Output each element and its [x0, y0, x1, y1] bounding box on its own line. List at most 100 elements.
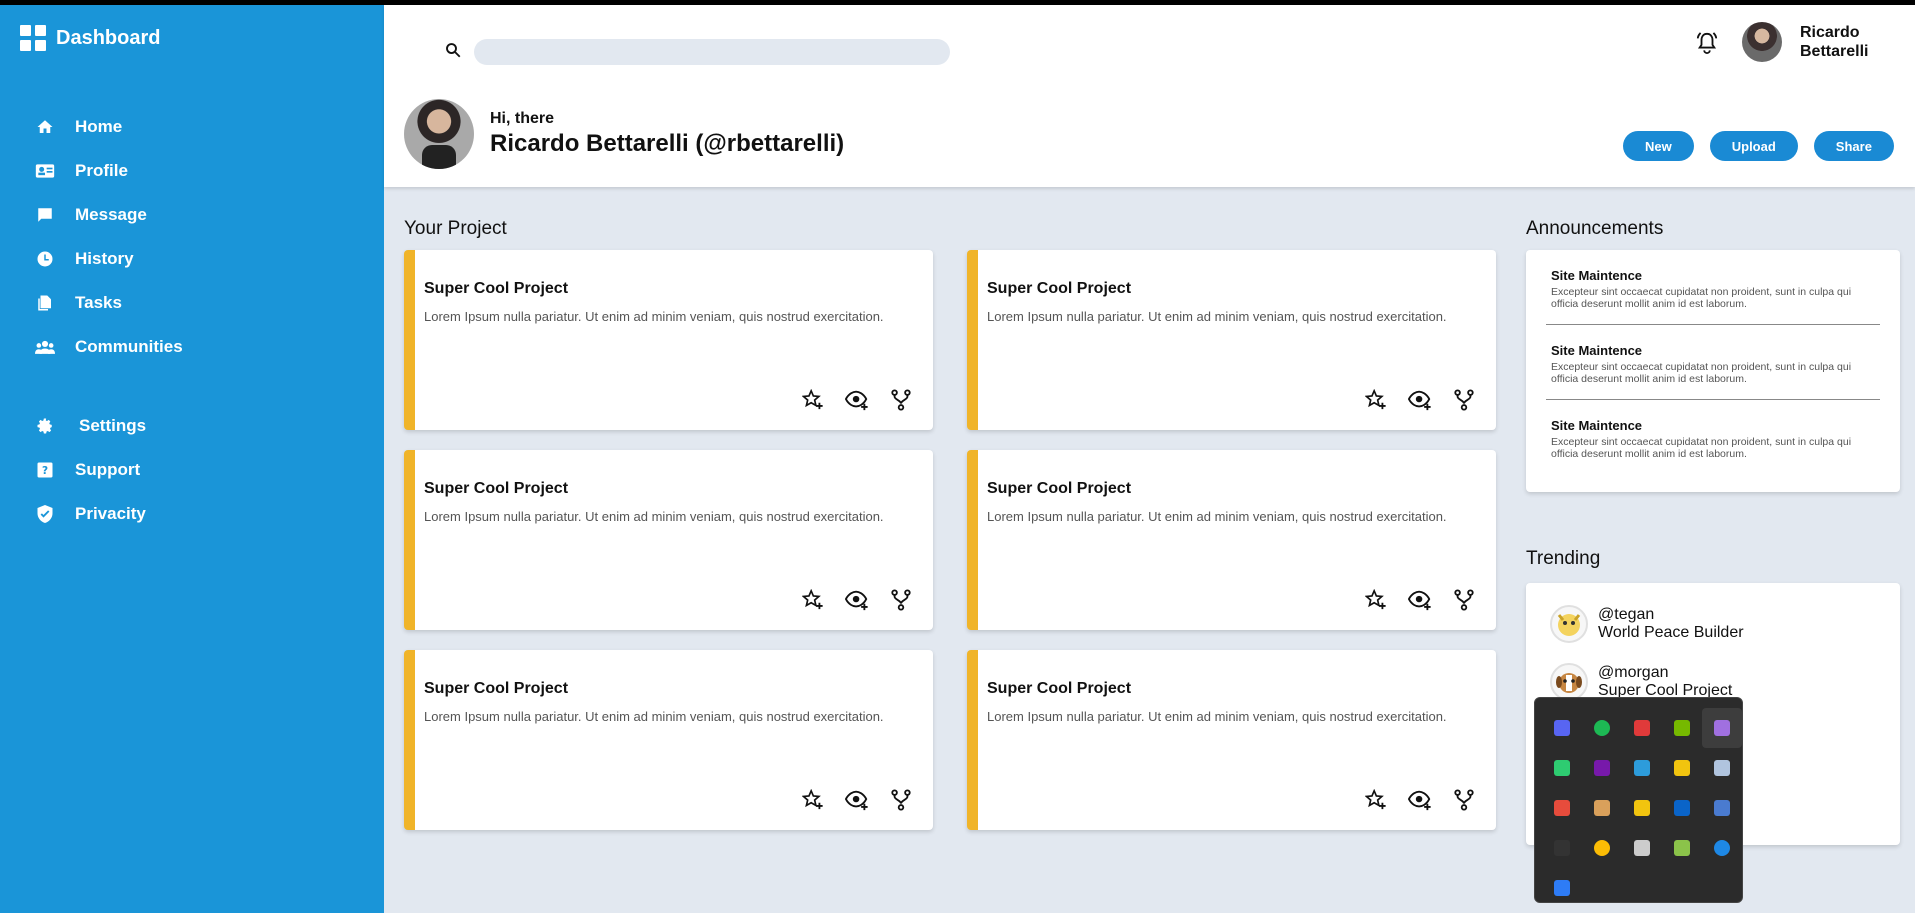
announcement-item[interactable]: Site Maintence Excepteur sint occaecat c… — [1546, 250, 1880, 325]
announcement-item[interactable]: Site Maintence Excepteur sint occaecat c… — [1546, 325, 1880, 400]
sidebar-item-profile[interactable]: Profile — [34, 149, 183, 193]
notification-bell-icon[interactable] — [1696, 31, 1718, 60]
star-add-icon[interactable] — [1364, 388, 1388, 412]
search-bar — [444, 39, 950, 65]
project-card[interactable]: Super Cool Project Lorem Ipsum nulla pari… — [967, 450, 1496, 630]
sidebar-item-privacy[interactable]: Privacity — [34, 492, 183, 536]
bluetooth-icon[interactable] — [1702, 828, 1742, 868]
outlook-icon[interactable] — [1662, 788, 1702, 828]
fork-icon[interactable] — [889, 388, 913, 412]
nvidia-icon[interactable] — [1662, 708, 1702, 748]
discord-icon[interactable] — [1542, 708, 1582, 748]
fork-icon[interactable] — [889, 788, 913, 812]
trending-item[interactable]: @tegan World Peace Builder — [1550, 595, 1876, 653]
onenote-icon[interactable] — [1582, 748, 1622, 788]
header: Ricardo Bettarelli Hi, there Ricardo Bet… — [384, 5, 1915, 187]
sidebar-item-history[interactable]: History — [34, 237, 183, 281]
search-icon[interactable] — [444, 41, 462, 64]
sidebar-item-settings[interactable]: Settings — [34, 404, 183, 448]
trending-avatar — [1550, 663, 1588, 701]
watch-add-icon[interactable] — [845, 588, 869, 612]
window-app-icon[interactable] — [1622, 828, 1662, 868]
fork-icon[interactable] — [1452, 388, 1476, 412]
user-handle: Ricardo Bettarelli (@rbettarelli) — [490, 130, 845, 157]
sidebar-item-label: Profile — [75, 161, 128, 180]
monitor-app-icon[interactable] — [1662, 828, 1702, 868]
star-add-icon[interactable] — [1364, 588, 1388, 612]
project-card[interactable]: Super Cool Project Lorem Ipsum nulla pari… — [967, 650, 1496, 830]
watch-add-icon[interactable] — [1408, 588, 1432, 612]
sidebar-item-message[interactable]: Message — [34, 193, 183, 237]
project-actions — [1364, 588, 1476, 612]
watch-add-icon[interactable] — [845, 388, 869, 412]
teams-app-icon[interactable] — [1702, 788, 1742, 828]
sidebar-item-label: Settings — [79, 416, 147, 435]
project-desc: Lorem Ipsum nulla pariatur. Ut enim ad m… — [424, 509, 884, 524]
defender-icon[interactable] — [1542, 868, 1582, 908]
announcement-item[interactable]: Site Maintence Excepteur sint occaecat c… — [1546, 400, 1880, 474]
mail-app-icon[interactable] — [1582, 788, 1622, 828]
gear-icon — [34, 415, 56, 437]
project-card[interactable]: Super Cool Project Lorem Ipsum nulla pari… — [967, 250, 1496, 430]
header-actions: New Upload Share — [1623, 131, 1894, 161]
new-button[interactable]: New — [1623, 131, 1694, 161]
greeting-block: Hi, there Ricardo Bettarelli (@rbettarel… — [404, 99, 844, 169]
announcement-title: Site Maintence — [1551, 343, 1643, 358]
fork-icon[interactable] — [1452, 788, 1476, 812]
fork-icon[interactable] — [1452, 588, 1476, 612]
k-app-icon[interactable] — [1542, 748, 1582, 788]
sidebar: Dashboard Home Profile Message History T… — [0, 5, 384, 913]
sidebar-item-label: Message — [75, 205, 147, 224]
project-title: Super Cool Project — [987, 680, 1132, 697]
star-add-icon[interactable] — [1364, 788, 1388, 812]
project-title: Super Cool Project — [424, 480, 569, 497]
sidebar-item-home[interactable]: Home — [34, 105, 183, 149]
share-button[interactable]: Share — [1813, 131, 1894, 161]
sidebar-item-label: Communities — [75, 337, 183, 356]
watch-add-icon[interactable] — [1408, 388, 1432, 412]
lock-app-icon[interactable] — [1622, 788, 1662, 828]
star-add-icon[interactable] — [801, 788, 825, 812]
avatar — [1742, 22, 1782, 62]
star-add-icon[interactable] — [801, 588, 825, 612]
sidebar-item-support[interactable]: ? Support — [34, 448, 183, 492]
announcement-text: Excepteur sint occaecat cupidatat non pr… — [1551, 361, 1852, 385]
lightning-app-icon[interactable] — [1622, 708, 1662, 748]
project-card[interactable]: Super Cool Project Lorem Ipsum nulla pari… — [404, 250, 933, 430]
feather-app-icon[interactable] — [1702, 708, 1742, 748]
announcement-title: Site Maintence — [1551, 268, 1643, 283]
sidebar-item-tasks[interactable]: Tasks — [34, 281, 183, 325]
project-desc: Lorem Ipsum nulla pariatur. Ut enim ad m… — [424, 309, 884, 324]
home-icon — [34, 116, 56, 138]
watch-add-icon[interactable] — [1408, 788, 1432, 812]
project-actions — [801, 588, 913, 612]
project-title: Super Cool Project — [987, 280, 1132, 297]
photo-app-icon[interactable] — [1662, 748, 1702, 788]
watch-add-icon[interactable] — [845, 788, 869, 812]
fork-icon[interactable] — [889, 588, 913, 612]
documents-icon — [34, 292, 56, 314]
sidebar-nav: Home Profile Message History Tasks Commu… — [34, 105, 183, 536]
cloud-app-icon[interactable] — [1622, 748, 1662, 788]
penguin-app-icon[interactable] — [1702, 748, 1742, 788]
remote-app-icon[interactable] — [1542, 788, 1582, 828]
user-menu[interactable]: Ricardo Bettarelli — [1742, 22, 1880, 62]
epic-games-icon[interactable] — [1542, 828, 1582, 868]
project-card[interactable]: Super Cool Project Lorem Ipsum nulla pari… — [404, 650, 933, 830]
sidebar-item-communities[interactable]: Communities — [34, 325, 183, 369]
user-name: Ricardo Bettarelli — [1800, 24, 1869, 60]
project-title: Super Cool Project — [987, 480, 1132, 497]
search-input[interactable] — [474, 39, 950, 65]
trending-handle: @morgan — [1598, 664, 1669, 681]
project-card[interactable]: Super Cool Project Lorem Ipsum nulla pari… — [404, 450, 933, 630]
help-icon: ? — [34, 459, 56, 481]
greeting-text: Hi, there — [490, 110, 555, 127]
chrome-icon[interactable] — [1582, 828, 1622, 868]
brand[interactable]: Dashboard — [20, 25, 160, 51]
project-actions — [801, 388, 913, 412]
star-add-icon[interactable] — [801, 388, 825, 412]
spotify-icon[interactable] — [1582, 708, 1622, 748]
upload-button[interactable]: Upload — [1709, 131, 1798, 161]
project-actions — [1364, 788, 1476, 812]
